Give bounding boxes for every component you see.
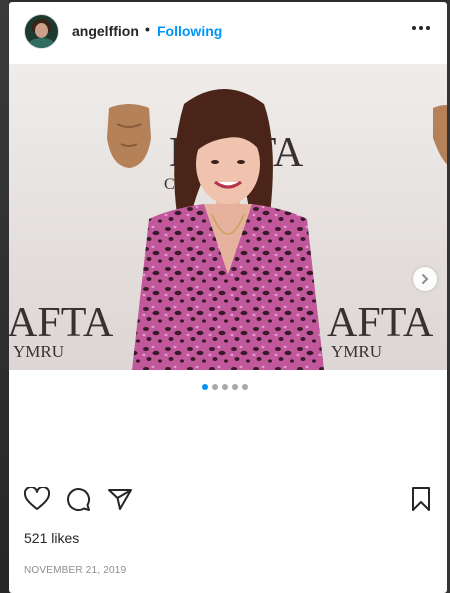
carousel-dot: [222, 384, 228, 390]
username-link[interactable]: angelffion: [72, 23, 139, 39]
following-button[interactable]: Following: [157, 23, 222, 39]
more-options-icon[interactable]: [409, 16, 433, 40]
separator-dot: •: [145, 21, 150, 37]
likes-count[interactable]: 521 likes: [24, 530, 79, 546]
chevron-right-icon: [422, 274, 429, 284]
bookmark-icon[interactable]: [407, 485, 435, 513]
carousel-next-button[interactable]: [413, 267, 437, 291]
svg-text:AFTA: AFTA: [9, 300, 114, 346]
svg-text:YMRU: YMRU: [331, 342, 382, 361]
svg-text:YMRU: YMRU: [13, 342, 64, 361]
carousel-dot: [232, 384, 238, 390]
heart-icon[interactable]: [23, 485, 51, 513]
carousel-dot-active: [202, 384, 208, 390]
share-icon[interactable]: [106, 485, 134, 513]
background-left-edge: [0, 0, 9, 593]
comment-icon[interactable]: [64, 485, 92, 513]
action-bar: [23, 485, 433, 513]
post-photo[interactable]: BAFTA CY AFTA YMRU AFTA YMRU: [9, 64, 447, 370]
svg-text:AFTA: AFTA: [327, 300, 434, 346]
carousel-indicator: [202, 384, 248, 392]
post-date[interactable]: NOVEMBER 21, 2019: [24, 565, 126, 576]
carousel-dot: [242, 384, 248, 390]
carousel-dot: [212, 384, 218, 390]
post-modal: angelffion • Following AFTA YMRU AFTA YM…: [9, 2, 447, 593]
avatar[interactable]: [24, 14, 59, 49]
post-header: angelffion • Following: [9, 2, 447, 64]
